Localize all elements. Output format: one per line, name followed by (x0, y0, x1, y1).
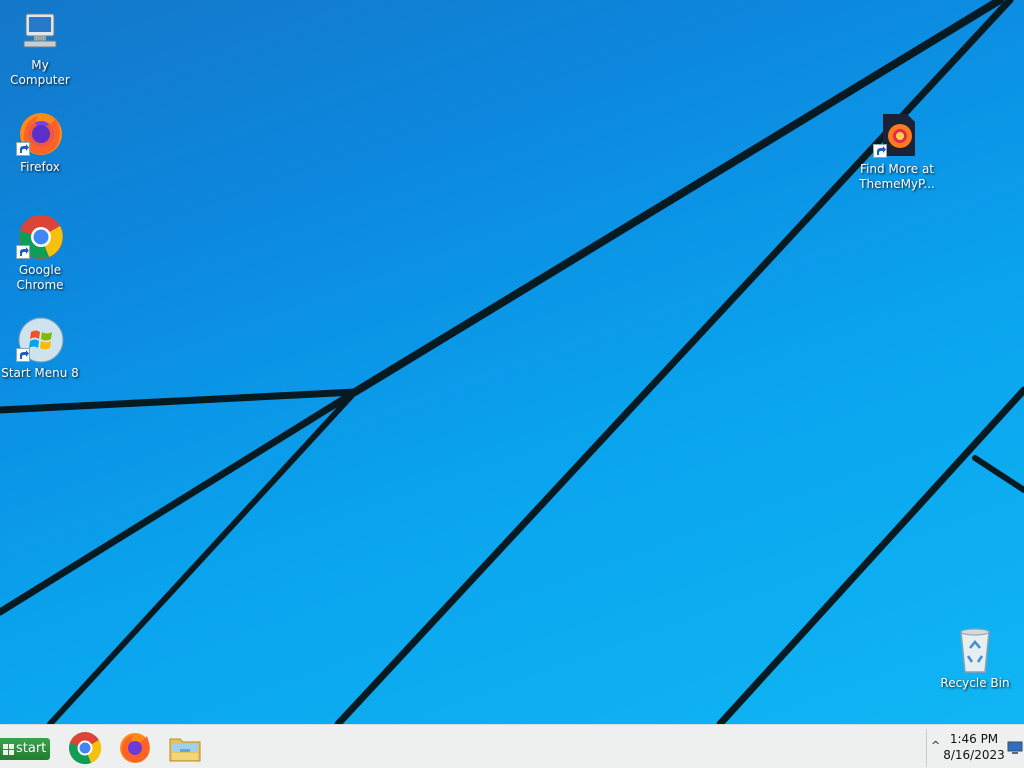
desktop-icon-label: Firefox (20, 160, 60, 174)
desktop-icon-label: My Computer (10, 58, 70, 87)
start-button-label: start (16, 741, 47, 756)
show-hidden-icons-button[interactable]: ^ (931, 739, 940, 752)
desktop-icon-label: Google Chrome (16, 263, 64, 292)
desktop-icon-label: Recycle Bin (940, 676, 1010, 690)
clock[interactable]: 1:46 PM 8/16/2023 (943, 731, 1005, 763)
desktop-icon-label: Start Menu 8 (1, 366, 79, 380)
desktop-icon-firefox[interactable]: Firefox (0, 110, 80, 175)
chrome-icon (69, 732, 102, 765)
desktop-icon-my-computer[interactable]: My Computer (0, 8, 80, 88)
taskbar-chrome-button[interactable] (68, 731, 102, 765)
desktop-icon-find-more-thememypc[interactable]: Find More at ThemeMyP... (857, 112, 937, 192)
firefox-icon (16, 110, 64, 158)
desktop-icon-label: Find More at ThemeMyP... (859, 162, 935, 191)
monitor-icon[interactable] (1007, 741, 1023, 755)
clock-time: 1:46 PM (949, 732, 999, 746)
file-explorer-icon (169, 738, 201, 762)
recycle-bin-icon (951, 626, 999, 674)
taskbar-file-explorer-button[interactable] (168, 731, 202, 765)
desktop-icon-recycle-bin[interactable]: Recycle Bin (935, 626, 1015, 691)
shortcut-arrow-icon (873, 144, 887, 158)
windows-orb-icon (16, 316, 64, 364)
taskbar: start ^ 1:46 PM 8/16/2023 (0, 724, 1024, 768)
firefox-theme-icon (873, 112, 921, 160)
firefox-icon (120, 733, 150, 763)
shortcut-arrow-icon (16, 348, 30, 362)
desktop-icon-start-menu-8[interactable]: Start Menu 8 (0, 316, 80, 381)
clock-date: 8/16/2023 (943, 748, 1005, 762)
system-tray: ^ 1:46 PM 8/16/2023 (926, 729, 1024, 767)
shortcut-arrow-icon (16, 245, 30, 259)
desktop[interactable]: My Computer Firefox Google Chrome Start … (0, 0, 1024, 724)
shortcut-arrow-icon (16, 142, 30, 156)
desktop-icon-google-chrome[interactable]: Google Chrome (0, 213, 80, 293)
wallpaper-lines (0, 0, 1024, 724)
taskbar-firefox-button[interactable] (118, 731, 152, 765)
computer-icon (16, 8, 64, 56)
chrome-icon (16, 213, 64, 261)
windows-flag-icon (3, 744, 14, 755)
start-button[interactable]: start (0, 738, 50, 760)
